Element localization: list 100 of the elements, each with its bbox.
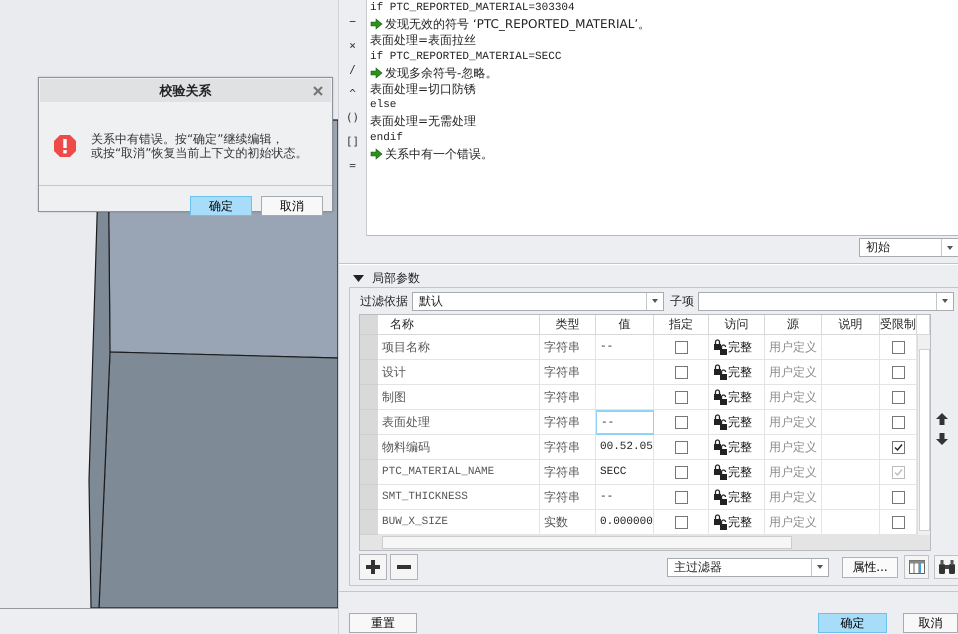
checkbox[interactable] <box>674 466 688 478</box>
checkbox[interactable] <box>892 340 904 354</box>
close-icon[interactable] <box>313 86 323 96</box>
access-text: 完整 <box>728 338 752 356</box>
operator-symbol[interactable]: () <box>346 108 360 127</box>
relation-line: if PTC_REPORTED_MATERIAL=303304 <box>370 1 575 16</box>
access-text: 完整 <box>728 514 752 530</box>
table-cell: 用户定义 <box>765 385 822 410</box>
table-cell: 00.52.05 <box>596 435 654 460</box>
table-cell: 制图 <box>378 385 540 410</box>
column-header[interactable]: 源 <box>765 315 822 335</box>
table-cell: -- <box>596 485 654 510</box>
move-up-icon[interactable] <box>935 412 949 426</box>
arrow-right-icon <box>370 148 383 160</box>
error-icon <box>53 134 77 158</box>
filter-label: 过滤依据 <box>360 292 408 310</box>
table-cell: 字符串 <box>540 360 596 385</box>
collapse-triangle-icon[interactable] <box>353 274 364 282</box>
cancel-button[interactable]: 取消 <box>261 196 323 216</box>
add-button[interactable] <box>359 554 387 580</box>
filter-dropdown[interactable]: 默认 <box>412 292 664 310</box>
operator-symbol[interactable]: ^ <box>349 84 356 103</box>
table-cell: 字符串 <box>540 385 596 410</box>
padlock-icon <box>713 338 728 356</box>
dialog-title: 校验关系 <box>160 82 212 100</box>
table-cell: 用户定义 <box>765 335 822 360</box>
table-cell: 字符串 <box>540 335 596 360</box>
column-header[interactable]: 值 <box>596 315 654 335</box>
column-header[interactable]: 指定 <box>654 315 709 335</box>
table-cell: 设计 <box>378 360 540 385</box>
checkbox[interactable] <box>674 516 688 528</box>
section-title: 局部参数 <box>372 270 420 286</box>
column-header[interactable]: 类型 <box>540 315 596 335</box>
context-dropdown[interactable]: 初始 <box>859 238 958 257</box>
child-label: 子项 <box>670 292 694 310</box>
main-filter-dropdown[interactable]: 主过滤器 <box>667 558 829 576</box>
plus-icon <box>366 560 380 574</box>
operator-symbol[interactable]: = <box>349 156 356 175</box>
access-text: 完整 <box>728 464 752 480</box>
move-down-icon[interactable] <box>935 432 949 446</box>
relation-line: 表面处理=表面拉丝 <box>370 32 476 48</box>
relation-line: 表面处理=切口防锈 <box>370 81 476 98</box>
column-header[interactable]: 名称 <box>378 315 540 335</box>
checkbox[interactable] <box>892 366 904 378</box>
table-cell: 用户定义 <box>765 485 822 510</box>
padlock-icon <box>713 488 728 506</box>
table-cell: 用户定义 <box>765 410 822 435</box>
table-cell: SECC <box>596 460 654 485</box>
error-message-line: 关系中有一个错误。 <box>385 146 493 162</box>
checkbox[interactable] <box>892 516 904 528</box>
column-header[interactable]: 访问 <box>709 315 765 335</box>
relation-line: endif <box>370 130 404 146</box>
operator-symbol[interactable]: / <box>349 60 356 79</box>
error-message-line: 发现多余符号-忽略。 <box>385 64 498 81</box>
padlock-icon <box>713 414 728 430</box>
remove-button[interactable] <box>390 554 418 580</box>
ok-button[interactable]: 确定 <box>190 196 252 216</box>
checkbox[interactable] <box>674 340 688 354</box>
table-cell: -- <box>596 335 654 360</box>
checkbox[interactable] <box>892 490 904 504</box>
table-cell: PTC_MATERIAL_NAME <box>378 460 540 485</box>
checkbox[interactable] <box>674 440 688 454</box>
properties-button[interactable]: 属性... <box>842 556 898 578</box>
checkbox[interactable] <box>892 390 904 404</box>
access-text: 完整 <box>728 364 752 380</box>
arrow-right-icon <box>370 18 383 30</box>
table-settings-button[interactable] <box>904 555 929 579</box>
access-text: 完整 <box>728 488 752 506</box>
horizontal-scrollbar[interactable] <box>360 535 930 550</box>
padlock-icon <box>713 388 728 406</box>
checkbox[interactable] <box>892 416 904 428</box>
table-cell: 物料编码 <box>378 435 540 460</box>
table-cell: 字符串 <box>540 460 596 485</box>
checkbox[interactable] <box>674 366 688 378</box>
operator-symbol[interactable]: − <box>349 12 356 31</box>
checkbox[interactable] <box>892 440 904 454</box>
search-button[interactable] <box>934 555 958 579</box>
arrow-right-icon <box>370 66 383 79</box>
access-text: 完整 <box>728 388 752 406</box>
table-cell: 用户定义 <box>765 460 822 485</box>
value-input[interactable]: -- <box>596 410 654 435</box>
error-message-line: 发现无效的符号 ‘PTC_REPORTED_MATERIAL’。 <box>385 16 650 32</box>
reset-button[interactable]: 重置 <box>349 613 417 633</box>
relations-editor[interactable]: if PTC_REPORTED_MATERIAL=303304 发现无效的符号 ‘PTC_REPORTED_MATERIAL’。 表面处理=表面拉丝 if PTC_REPORTED_MATERIAL=SECC 发现多余符号-忽略。 表面处理=切口防锈 else 表面处理=无需处理 endif 关系中有一个错误。 <box>367 0 958 236</box>
table-cell: 字符串 <box>540 485 596 510</box>
table-cell: 表面处理 <box>378 410 540 435</box>
child-dropdown[interactable] <box>698 292 954 310</box>
checkbox[interactable] <box>674 490 688 504</box>
vertical-scrollbar[interactable] <box>917 335 930 535</box>
operator-symbol[interactable]: × <box>349 36 356 55</box>
checkbox[interactable] <box>674 416 688 428</box>
access-text: 完整 <box>728 414 752 430</box>
column-header[interactable]: 说明 <box>822 315 880 335</box>
access-text: 完整 <box>728 438 752 456</box>
operator-symbol[interactable]: [] <box>346 132 360 151</box>
checkbox[interactable] <box>674 390 688 404</box>
cancel-button[interactable]: 取消 <box>903 613 958 633</box>
column-header[interactable]: 受限制 <box>880 315 917 335</box>
ok-button[interactable]: 确定 <box>818 613 887 633</box>
table-cell: 用户定义 <box>765 435 822 460</box>
